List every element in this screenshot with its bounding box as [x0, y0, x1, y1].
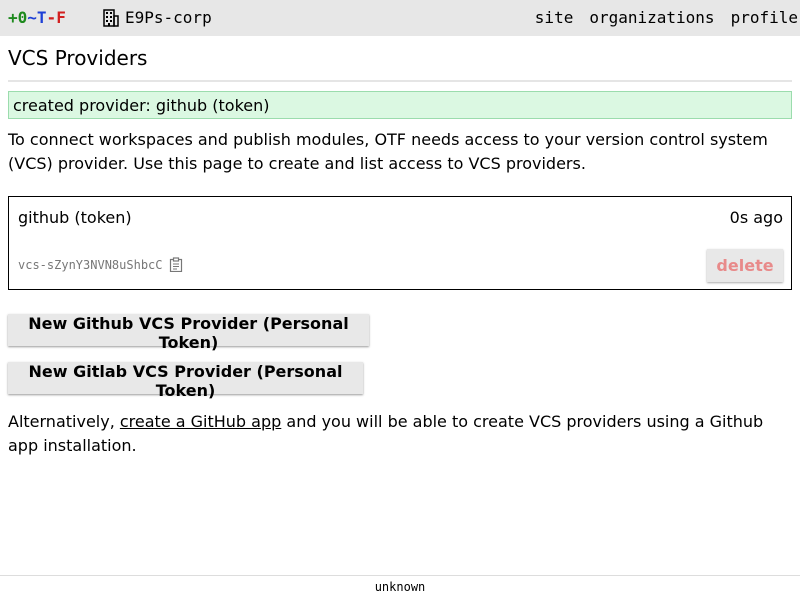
github-app-note-prefix: Alternatively, — [8, 412, 120, 431]
create-github-app-link[interactable]: create a GitHub app — [120, 412, 281, 431]
intro-text: To connect workspaces and publish module… — [8, 130, 768, 173]
nav-profile-link[interactable]: profile — [731, 8, 798, 27]
footer: unknown — [0, 575, 800, 600]
organization-name: E9Ps-corp — [125, 8, 212, 27]
top-nav: site organizations profile — [535, 8, 800, 27]
building-icon — [103, 8, 119, 27]
provider-name: github (token) — [18, 208, 132, 227]
vcs-provider-card: github (token) 0s ago vcs-sZynY3NVN8uShb… — [8, 196, 792, 290]
provider-created-time: 0s ago — [729, 208, 783, 227]
delete-provider-button[interactable]: delete — [707, 249, 783, 282]
footer-version: unknown — [374, 580, 426, 594]
logo-f: F — [56, 8, 66, 27]
flash-success-message: created provider: github (token) — [8, 91, 792, 119]
logo-plus: +0 — [8, 8, 28, 27]
organization-link[interactable]: E9Ps-corp — [103, 8, 212, 27]
page-title: VCS Providers — [8, 46, 148, 70]
logo-tilde: ~ — [27, 8, 37, 27]
nav-site-link[interactable]: site — [535, 8, 574, 27]
otf-logo-link[interactable]: +0~T-F — [8, 8, 66, 27]
logo-t: T — [36, 8, 47, 27]
top-bar: +0~T-F E9Ps-corp site organizations prof… — [0, 0, 800, 36]
clipboard-icon[interactable] — [169, 257, 183, 272]
title-divider — [8, 80, 792, 82]
nav-organizations-link[interactable]: organizations — [589, 8, 714, 27]
provider-id-row: vcs-sZynY3NVN8uShbcC — [18, 257, 183, 272]
logo-minus: - — [46, 8, 57, 27]
github-app-note: Alternatively, create a GitHub app and y… — [8, 410, 792, 458]
new-gitlab-provider-button[interactable]: New Gitlab VCS Provider (Personal Token) — [8, 362, 363, 400]
new-github-provider-button[interactable]: New Github VCS Provider (Personal Token) — [8, 314, 369, 352]
provider-id: vcs-sZynY3NVN8uShbcC — [18, 257, 163, 272]
